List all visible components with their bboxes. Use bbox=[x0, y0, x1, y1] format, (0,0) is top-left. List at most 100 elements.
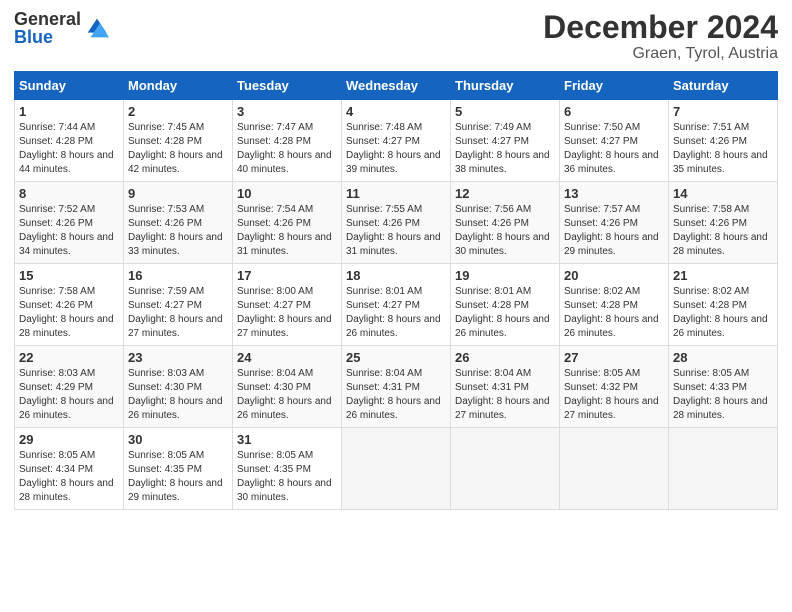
day-number: 25 bbox=[346, 350, 446, 365]
page-header: GeneralBlue December 2024 Graen, Tyrol, … bbox=[14, 10, 778, 63]
calendar-cell: 25 Sunrise: 8:04 AMSunset: 4:31 PMDayligh… bbox=[342, 346, 451, 428]
calendar-cell: 10Sunrise: 7:54 AMSunset: 4:26 PMDayligh… bbox=[233, 182, 342, 264]
day-number: 6 bbox=[564, 104, 664, 119]
calendar-week-row: 1Sunrise: 7:44 AMSunset: 4:28 PMDaylight… bbox=[15, 100, 778, 182]
calendar-cell bbox=[560, 428, 669, 510]
day-info: Sunrise: 8:03 AMSunset: 4:29 PMDaylight:… bbox=[19, 368, 114, 421]
day-info: Sunrise: 7:48 AMSunset: 4:27 PMDaylight:… bbox=[346, 122, 441, 175]
day-info: Sunrise: 8:02 AMSunset: 4:28 PMDaylight:… bbox=[673, 286, 768, 339]
day-number: 29 bbox=[19, 432, 119, 447]
day-info: Sunrise: 8:03 AMSunset: 4:30 PMDaylight:… bbox=[128, 368, 223, 421]
calendar-cell: 3 Sunrise: 7:47 AMSunset: 4:28 PMDaylight… bbox=[233, 100, 342, 182]
day-number: 5 bbox=[455, 104, 555, 119]
logo-text: GeneralBlue bbox=[14, 10, 81, 46]
calendar-cell: 29 Sunrise: 8:05 AMSunset: 4:34 PMDayligh… bbox=[15, 428, 124, 510]
calendar-cell: 15 Sunrise: 7:58 AMSunset: 4:26 PMDayligh… bbox=[15, 264, 124, 346]
day-number: 13 bbox=[564, 186, 664, 201]
calendar-cell: 9 Sunrise: 7:53 AMSunset: 4:26 PMDaylight… bbox=[124, 182, 233, 264]
day-number: 8 bbox=[19, 186, 119, 201]
day-info: Sunrise: 7:45 AMSunset: 4:28 PMDaylight:… bbox=[128, 122, 223, 175]
day-info: Sunrise: 7:56 AMSunset: 4:26 PMDaylight:… bbox=[455, 204, 550, 257]
day-info: Sunrise: 7:59 AMSunset: 4:27 PMDaylight:… bbox=[128, 286, 223, 339]
day-number: 14 bbox=[673, 186, 773, 201]
day-info: Sunrise: 7:58 AMSunset: 4:26 PMDaylight:… bbox=[19, 286, 114, 339]
day-info: Sunrise: 8:04 AMSunset: 4:31 PMDaylight:… bbox=[455, 368, 550, 421]
day-info: Sunrise: 7:52 AMSunset: 4:26 PMDaylight:… bbox=[19, 204, 114, 257]
day-number: 18 bbox=[346, 268, 446, 283]
logo: GeneralBlue bbox=[14, 10, 111, 46]
day-info: Sunrise: 7:49 AMSunset: 4:27 PMDaylight:… bbox=[455, 122, 550, 175]
day-info: Sunrise: 8:00 AMSunset: 4:27 PMDaylight:… bbox=[237, 286, 332, 339]
calendar-cell: 1Sunrise: 7:44 AMSunset: 4:28 PMDaylight… bbox=[15, 100, 124, 182]
calendar-cell bbox=[669, 428, 778, 510]
calendar-cell: 22 Sunrise: 8:03 AMSunset: 4:29 PMDayligh… bbox=[15, 346, 124, 428]
day-number: 15 bbox=[19, 268, 119, 283]
page-subtitle: Graen, Tyrol, Austria bbox=[543, 45, 778, 63]
calendar-cell: 20Sunrise: 8:02 AMSunset: 4:28 PMDayligh… bbox=[560, 264, 669, 346]
page-title: December 2024 bbox=[543, 10, 778, 45]
day-number: 7 bbox=[673, 104, 773, 119]
day-number: 22 bbox=[19, 350, 119, 365]
col-monday: Monday bbox=[124, 72, 233, 100]
col-friday: Friday bbox=[560, 72, 669, 100]
calendar-cell: 2 Sunrise: 7:45 AMSunset: 4:28 PMDaylight… bbox=[124, 100, 233, 182]
calendar-cell: 6 Sunrise: 7:50 AMSunset: 4:27 PMDaylight… bbox=[560, 100, 669, 182]
calendar-cell: 28Sunrise: 8:05 AMSunset: 4:33 PMDayligh… bbox=[669, 346, 778, 428]
page-container: GeneralBlue December 2024 Graen, Tyrol, … bbox=[0, 0, 792, 520]
calendar-cell: 4 Sunrise: 7:48 AMSunset: 4:27 PMDaylight… bbox=[342, 100, 451, 182]
logo-icon bbox=[83, 14, 111, 42]
day-number: 27 bbox=[564, 350, 664, 365]
calendar-cell: 12 Sunrise: 7:56 AMSunset: 4:26 PMDayligh… bbox=[451, 182, 560, 264]
calendar-week-row: 15 Sunrise: 7:58 AMSunset: 4:26 PMDayligh… bbox=[15, 264, 778, 346]
day-number: 20 bbox=[564, 268, 664, 283]
day-info: Sunrise: 7:57 AMSunset: 4:26 PMDaylight:… bbox=[564, 204, 659, 257]
day-info: Sunrise: 7:55 AMSunset: 4:26 PMDaylight:… bbox=[346, 204, 441, 257]
day-number: 16 bbox=[128, 268, 228, 283]
col-thursday: Thursday bbox=[451, 72, 560, 100]
day-info: Sunrise: 7:50 AMSunset: 4:27 PMDaylight:… bbox=[564, 122, 659, 175]
day-number: 11 bbox=[346, 186, 446, 201]
day-info: Sunrise: 7:51 AMSunset: 4:26 PMDaylight:… bbox=[673, 122, 768, 175]
col-saturday: Saturday bbox=[669, 72, 778, 100]
calendar-cell: 5 Sunrise: 7:49 AMSunset: 4:27 PMDaylight… bbox=[451, 100, 560, 182]
day-info: Sunrise: 8:01 AMSunset: 4:27 PMDaylight:… bbox=[346, 286, 441, 339]
calendar-cell: 11 Sunrise: 7:55 AMSunset: 4:26 PMDayligh… bbox=[342, 182, 451, 264]
calendar-cell: 26Sunrise: 8:04 AMSunset: 4:31 PMDayligh… bbox=[451, 346, 560, 428]
day-number: 21 bbox=[673, 268, 773, 283]
calendar-cell: 16 Sunrise: 7:59 AMSunset: 4:27 PMDayligh… bbox=[124, 264, 233, 346]
day-number: 3 bbox=[237, 104, 337, 119]
day-number: 12 bbox=[455, 186, 555, 201]
day-info: Sunrise: 8:01 AMSunset: 4:28 PMDaylight:… bbox=[455, 286, 550, 339]
col-sunday: Sunday bbox=[15, 72, 124, 100]
calendar-cell: 21 Sunrise: 8:02 AMSunset: 4:28 PMDayligh… bbox=[669, 264, 778, 346]
day-number: 10 bbox=[237, 186, 337, 201]
day-number: 19 bbox=[455, 268, 555, 283]
calendar-cell: 8 Sunrise: 7:52 AMSunset: 4:26 PMDaylight… bbox=[15, 182, 124, 264]
day-info: Sunrise: 8:04 AMSunset: 4:30 PMDaylight:… bbox=[237, 368, 332, 421]
day-number: 1 bbox=[19, 104, 119, 119]
day-number: 9 bbox=[128, 186, 228, 201]
calendar-cell: 7 Sunrise: 7:51 AMSunset: 4:26 PMDaylight… bbox=[669, 100, 778, 182]
calendar-cell: 17 Sunrise: 8:00 AMSunset: 4:27 PMDayligh… bbox=[233, 264, 342, 346]
calendar-cell: 19 Sunrise: 8:01 AMSunset: 4:28 PMDayligh… bbox=[451, 264, 560, 346]
title-block: December 2024 Graen, Tyrol, Austria bbox=[543, 10, 778, 63]
calendar-cell bbox=[342, 428, 451, 510]
calendar-cell: 24Sunrise: 8:04 AMSunset: 4:30 PMDayligh… bbox=[233, 346, 342, 428]
day-info: Sunrise: 7:53 AMSunset: 4:26 PMDaylight:… bbox=[128, 204, 223, 257]
calendar-header-row: Sunday Monday Tuesday Wednesday Thursday… bbox=[15, 72, 778, 100]
calendar-cell: 30Sunrise: 8:05 AMSunset: 4:35 PMDayligh… bbox=[124, 428, 233, 510]
day-number: 4 bbox=[346, 104, 446, 119]
day-info: Sunrise: 8:05 AMSunset: 4:33 PMDaylight:… bbox=[673, 368, 768, 421]
day-info: Sunrise: 7:47 AMSunset: 4:28 PMDaylight:… bbox=[237, 122, 332, 175]
day-number: 17 bbox=[237, 268, 337, 283]
day-info: Sunrise: 8:04 AMSunset: 4:31 PMDaylight:… bbox=[346, 368, 441, 421]
calendar-week-row: 22 Sunrise: 8:03 AMSunset: 4:29 PMDayligh… bbox=[15, 346, 778, 428]
calendar-cell: 13 Sunrise: 7:57 AMSunset: 4:26 PMDayligh… bbox=[560, 182, 669, 264]
col-tuesday: Tuesday bbox=[233, 72, 342, 100]
day-number: 2 bbox=[128, 104, 228, 119]
day-info: Sunrise: 8:05 AMSunset: 4:34 PMDaylight:… bbox=[19, 450, 114, 503]
calendar-cell bbox=[451, 428, 560, 510]
calendar-cell: 23Sunrise: 8:03 AMSunset: 4:30 PMDayligh… bbox=[124, 346, 233, 428]
day-info: Sunrise: 7:58 AMSunset: 4:26 PMDaylight:… bbox=[673, 204, 768, 257]
calendar-table: Sunday Monday Tuesday Wednesday Thursday… bbox=[14, 71, 778, 510]
